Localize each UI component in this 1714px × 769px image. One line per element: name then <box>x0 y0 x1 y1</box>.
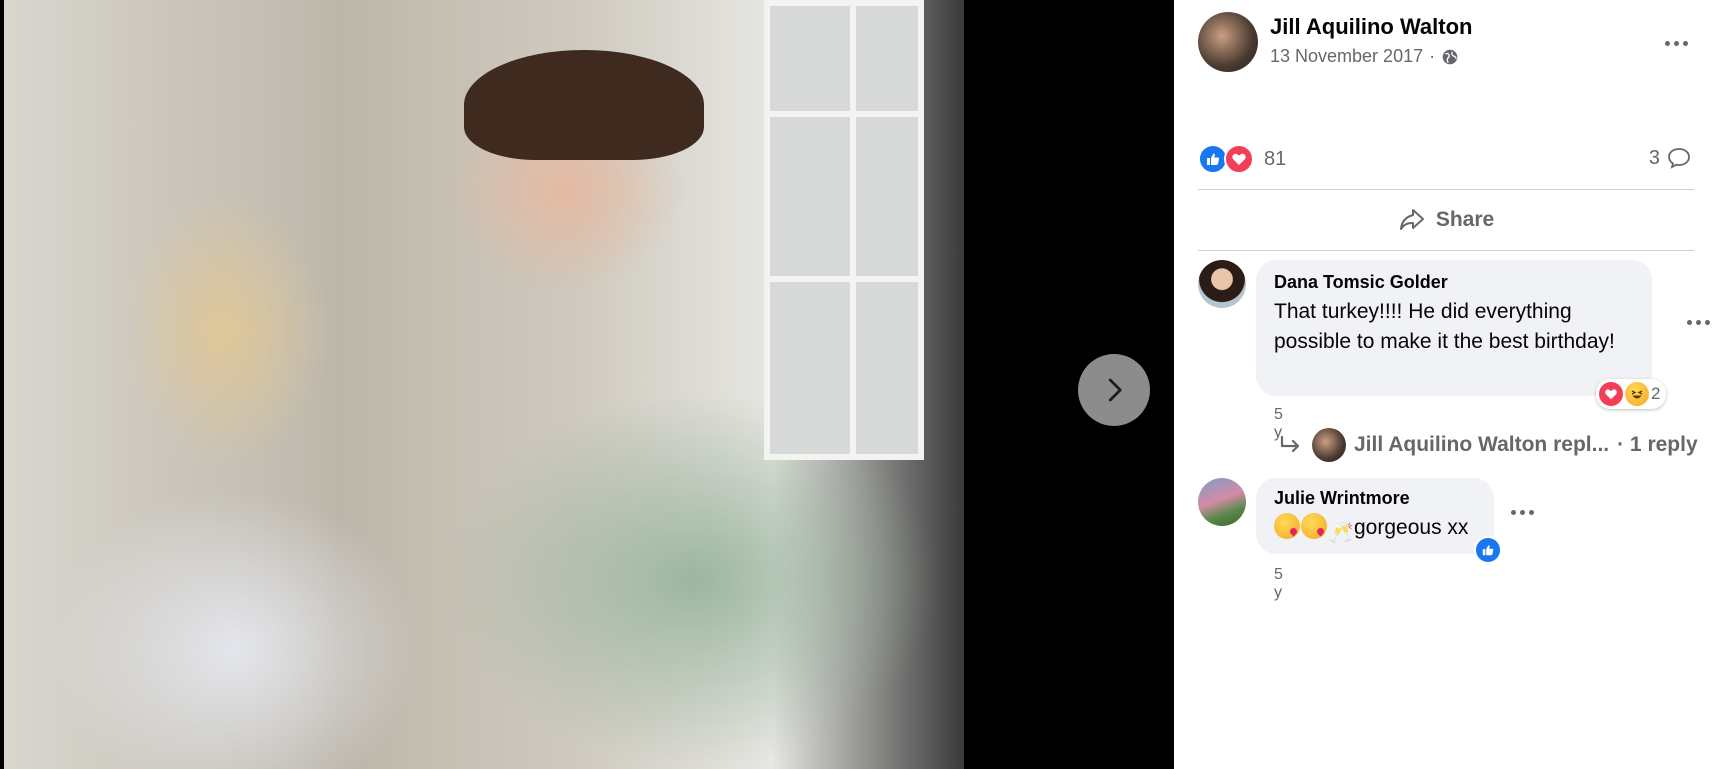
view-replies-link[interactable]: Jill Aquilino Walton repl... · 1 reply <box>1278 428 1698 462</box>
reactions-summary: 81 3 <box>1198 142 1694 176</box>
reply-preview-text: Jill Aquilino Walton repl... <box>1354 433 1610 456</box>
share-button[interactable]: Share <box>1198 196 1694 244</box>
kiss-emoji-icon <box>1301 513 1327 539</box>
reply-count: · 1 reply <box>1617 433 1698 456</box>
comment-icon <box>1668 148 1690 169</box>
post-meta: 13 November 2017 · <box>1270 46 1459 67</box>
commenter-avatar[interactable] <box>1198 478 1246 526</box>
comment-reaction-count: 2 <box>1651 384 1661 403</box>
more-dots-icon <box>1664 40 1688 46</box>
comment-count[interactable]: 3 <box>1649 146 1692 170</box>
globe-icon <box>1442 49 1458 64</box>
commenter-avatar[interactable] <box>1198 260 1246 308</box>
comment-text-line: 🥂gorgeous xx <box>1274 513 1476 544</box>
commenter-name[interactable]: Julie Wrintmore <box>1274 488 1476 509</box>
comment-options-button[interactable] <box>1504 500 1540 524</box>
share-icon <box>1399 209 1424 230</box>
kiss-emoji-icon <box>1274 513 1300 539</box>
post-date[interactable]: 13 November 2017 <box>1270 46 1423 67</box>
haha-icon <box>1625 382 1649 406</box>
post-header: Jill Aquilino Walton 13 November 2017 · <box>1198 12 1698 72</box>
author-name[interactable]: Jill Aquilino Walton <box>1270 14 1472 40</box>
divider <box>1198 250 1694 251</box>
post-panel: Jill Aquilino Walton 13 November 2017 · … <box>1174 0 1714 769</box>
author-avatar[interactable] <box>1198 12 1258 72</box>
share-label: Share <box>1435 208 1495 231</box>
comment-reactions[interactable]: 2 <box>1596 379 1667 409</box>
like-icon[interactable] <box>1474 536 1502 564</box>
reaction-icons[interactable] <box>1198 144 1254 174</box>
champagne-glasses-icon: 🥂 <box>1328 522 1354 544</box>
comment-options-button[interactable] <box>1680 310 1714 334</box>
next-photo-button[interactable] <box>1078 354 1150 426</box>
comment-bubble: Dana Tomsic Golder That turkey!!!! He di… <box>1256 260 1652 396</box>
post-options-button[interactable] <box>1656 28 1696 58</box>
post-photo[interactable] <box>4 0 964 769</box>
more-dots-icon <box>1510 509 1534 515</box>
chevron-right-icon <box>1108 378 1122 402</box>
photo-window-detail <box>764 0 924 460</box>
reply-arrow-icon <box>1280 435 1300 453</box>
more-dots-icon <box>1686 319 1710 325</box>
comment-count-number: 3 <box>1648 146 1660 169</box>
love-icon <box>1599 382 1623 406</box>
commenter-name[interactable]: Dana Tomsic Golder <box>1274 272 1634 293</box>
reaction-count[interactable]: 81 <box>1264 148 1286 171</box>
comment-text: gorgeous xx <box>1354 516 1469 539</box>
comment-text: That turkey!!!! He did everything possib… <box>1274 300 1615 353</box>
photo-subject-detail <box>464 50 704 160</box>
meta-separator: · <box>1429 46 1436 66</box>
comment-timestamp[interactable]: 5 y <box>1274 566 1283 602</box>
photo-viewer <box>0 0 1174 769</box>
divider <box>1198 189 1694 190</box>
reply-author-avatar <box>1312 428 1346 462</box>
comment-bubble: Julie Wrintmore 🥂gorgeous xx <box>1256 478 1494 554</box>
love-icon <box>1224 144 1254 174</box>
